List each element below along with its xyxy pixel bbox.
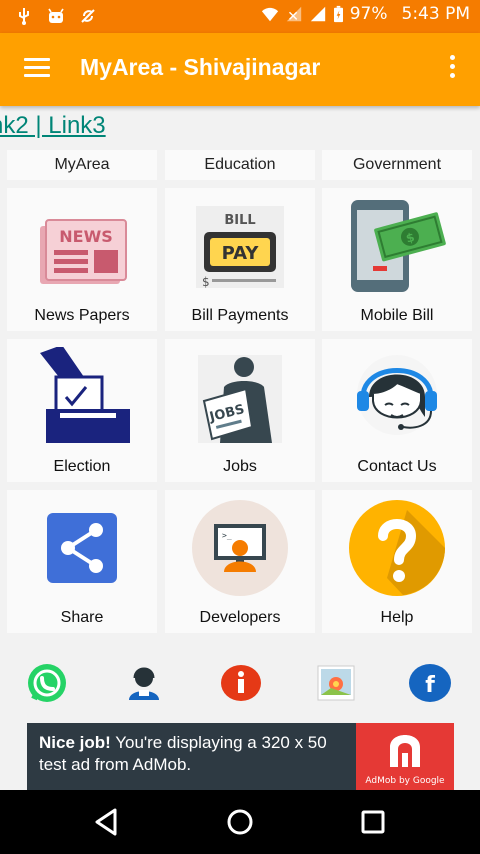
no-sync-icon <box>78 6 98 26</box>
signal-icon <box>310 6 325 22</box>
tile-label: Contact Us <box>357 458 437 475</box>
usb-icon <box>14 6 34 26</box>
agent-support-icon[interactable] <box>123 662 165 704</box>
svg-text:PAY: PAY <box>222 243 260 264</box>
overflow-menu-icon[interactable] <box>446 55 458 83</box>
tab-myarea[interactable]: MyArea <box>7 150 157 180</box>
svg-text:f: f <box>425 673 435 698</box>
tile-label: Bill Payments <box>191 307 289 324</box>
social-links-row: f <box>0 658 480 708</box>
whatsapp-icon[interactable] <box>26 662 68 704</box>
facebook-icon[interactable]: f <box>409 662 451 704</box>
support-agent-icon <box>357 355 437 435</box>
svg-text:$: $ <box>202 275 210 289</box>
navigation-bar <box>0 790 480 854</box>
ad-banner[interactable]: Nice job! You're displaying a 320 x 50 t… <box>27 723 454 790</box>
tile-help[interactable]: Help <box>322 490 472 633</box>
admob-icon <box>390 735 420 767</box>
tab-education[interactable]: Education <box>165 150 315 180</box>
links-marquee[interactable]: nk2 | Link3 <box>0 110 480 144</box>
tile-label: News Papers <box>34 307 130 324</box>
recents-icon[interactable] <box>357 806 389 838</box>
tile-label: Election <box>53 458 111 475</box>
admob-caption: AdMob by Google <box>365 776 445 786</box>
tile-share[interactable]: Share <box>7 490 157 633</box>
ballot-box-icon <box>40 347 130 443</box>
photo-gallery-icon[interactable] <box>316 662 358 704</box>
tile-jobs[interactable]: JOBS Jobs <box>165 339 315 482</box>
status-bar: 97% 5:43 PM <box>0 0 480 33</box>
tile-developers[interactable]: >_ Developers <box>165 490 315 633</box>
ad-text: Nice job! You're displaying a 320 x 50 t… <box>39 733 327 774</box>
wifi-icon <box>261 7 278 22</box>
back-icon[interactable] <box>91 806 123 838</box>
newspaper-icon: NEWS <box>40 219 127 284</box>
signal-off-icon <box>286 6 301 22</box>
tile-label: Help <box>380 609 414 626</box>
app-bar: MyArea - Shivajinagar <box>0 33 480 106</box>
category-tabs: MyArea Education Government <box>0 150 480 180</box>
tile-mobile-bill[interactable]: $ Mobile Bill <box>322 188 472 331</box>
svg-text:BILL: BILL <box>224 213 255 228</box>
tile-contact-us[interactable]: Contact Us <box>322 339 472 482</box>
developer-icon: >_ <box>192 500 288 596</box>
android-debug-icon <box>46 6 66 26</box>
share-icon <box>47 513 117 583</box>
tile-label: Jobs <box>223 458 257 475</box>
tile-election[interactable]: Election <box>7 339 157 482</box>
battery-charging-icon <box>333 5 343 23</box>
marquee-links-text[interactable]: nk2 | Link3 <box>0 112 106 140</box>
svg-text:NEWS: NEWS <box>59 227 113 246</box>
tile-news-papers[interactable]: NEWS News Papers <box>7 188 157 331</box>
bill-payment-icon: BILL PAY $ <box>196 206 284 289</box>
hamburger-menu-icon[interactable] <box>24 58 50 78</box>
tile-label: Share <box>60 609 104 626</box>
jobs-newspaper-icon: JOBS <box>198 355 282 443</box>
tile-bill-payments[interactable]: BILL PAY $ Bill Payments <box>165 188 315 331</box>
help-question-icon <box>349 500 445 596</box>
tile-label: Mobile Bill <box>360 307 434 324</box>
tab-government[interactable]: Government <box>322 150 472 180</box>
svg-text:>_: >_ <box>222 531 232 540</box>
clock: 5:43 PM <box>401 4 471 24</box>
mobile-bill-icon: $ <box>351 200 446 292</box>
tile-label: Developers <box>199 609 281 626</box>
battery-percent: 97% <box>349 4 388 24</box>
page-title: MyArea - Shivajinagar <box>80 54 321 80</box>
home-icon[interactable] <box>224 806 256 838</box>
admob-logo: AdMob by Google <box>356 723 454 790</box>
info-icon[interactable] <box>220 662 262 704</box>
